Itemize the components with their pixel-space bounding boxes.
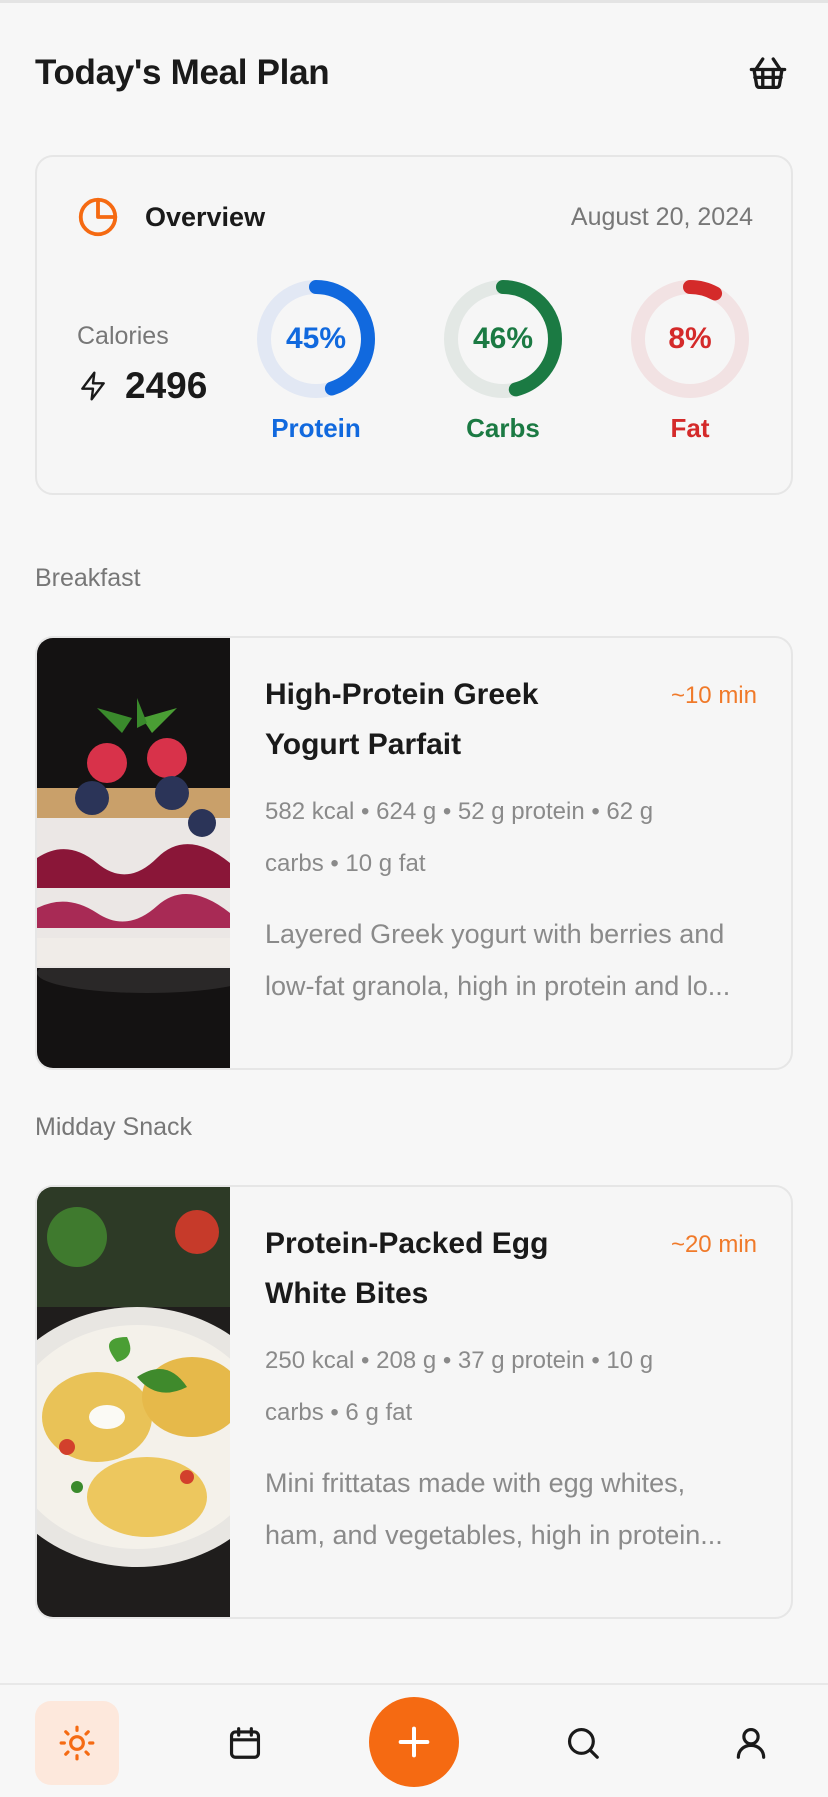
calories-value: 2496: [125, 365, 208, 406]
meal-card-breakfast[interactable]: High-Protein Greek Yogurt Parfait ~10 mi…: [35, 636, 793, 1070]
protein-percent: 45%: [285, 322, 347, 355]
bottom-nav: [0, 1683, 828, 1797]
meal-macros: 582 kcal • 624 g • 52 g protein • 62 g c…: [265, 798, 654, 877]
page-header: Today's Meal Plan: [35, 48, 793, 98]
calories-summary: Calories 2496: [77, 322, 207, 407]
nav-profile[interactable]: [709, 1701, 793, 1785]
section-label-midday-snack: Midday Snack: [35, 1113, 193, 1141]
carbs-label: Carbs: [466, 413, 540, 443]
meal-time: ~20 min: [670, 1231, 757, 1258]
page-title: Today's Meal Plan: [35, 53, 330, 92]
sun-icon: [59, 1725, 95, 1761]
nav-search[interactable]: [541, 1701, 625, 1785]
fat-ring: 8% Fat: [625, 277, 755, 444]
overview-card: Overview August 20, 2024 Calories 2496 4…: [35, 155, 793, 495]
lightning-icon: [81, 371, 105, 401]
plus-icon: [398, 1726, 430, 1758]
top-divider: [0, 0, 828, 3]
pie-chart-icon: [75, 194, 121, 240]
meal-card-midday-snack[interactable]: Protein-Packed Egg White Bites ~20 min 2…: [35, 1185, 793, 1619]
meal-name: Protein-Packed Egg White Bites: [265, 1227, 549, 1310]
calendar-icon: [229, 1727, 261, 1759]
nav-today[interactable]: [35, 1701, 119, 1785]
nav-calendar[interactable]: [203, 1701, 287, 1785]
carbs-percent: 46%: [472, 322, 534, 355]
meal-image-parfait: [37, 638, 230, 1068]
calories-label: Calories: [77, 322, 169, 350]
protein-ring: 45% Protein: [251, 277, 381, 444]
basket-icon: [749, 57, 787, 90]
carbs-ring: 46% Carbs: [438, 277, 568, 444]
meal-name: High-Protein Greek Yogurt Parfait: [265, 678, 539, 761]
section-label-breakfast: Breakfast: [35, 564, 141, 592]
meal-description: Mini frittatas made with egg whites, ham…: [265, 1468, 723, 1550]
basket-button[interactable]: [743, 48, 793, 98]
meal-image-egg-bites: [37, 1187, 230, 1617]
overview-title: Overview: [145, 201, 266, 232]
protein-label: Protein: [271, 413, 361, 443]
add-meal-button[interactable]: [369, 1697, 459, 1787]
meal-description: Layered Greek yogurt with berries and lo…: [265, 919, 731, 1001]
user-icon: [736, 1727, 766, 1759]
fat-percent: 8%: [668, 322, 712, 355]
search-icon: [567, 1727, 599, 1759]
meal-macros: 250 kcal • 208 g • 37 g protein • 10 g c…: [265, 1347, 654, 1426]
overview-date: August 20, 2024: [570, 202, 753, 231]
fat-label: Fat: [670, 413, 710, 443]
meal-time: ~10 min: [670, 682, 757, 709]
